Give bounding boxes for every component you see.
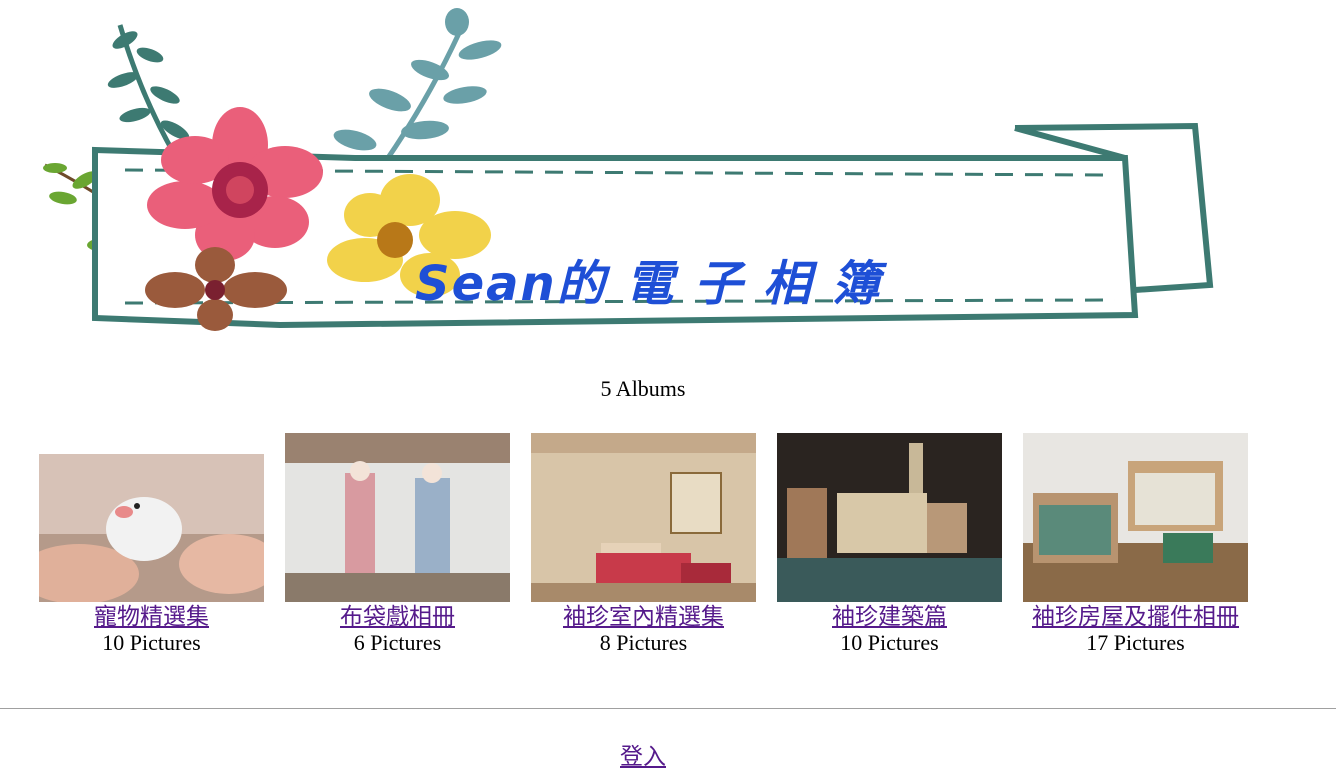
album-count: 5 Albums	[600, 376, 686, 401]
miniature-living-room-photo	[531, 433, 756, 602]
album-thumbnail[interactable]	[285, 433, 510, 602]
album-link[interactable]: 袖珍建築篇	[832, 604, 947, 630]
footer: 登入	[0, 737, 1286, 771]
white-bird-photo	[39, 454, 264, 602]
album-link[interactable]: 袖珍室內精選集	[563, 604, 724, 630]
album-thumbnail[interactable]	[531, 433, 756, 602]
album-card: 袖珍房屋及擺件相冊 17 Pictures	[1023, 433, 1248, 656]
album-card: 袖珍室內精選集 8 Pictures	[531, 433, 756, 656]
album-thumbnail[interactable]	[777, 433, 1002, 602]
album-link[interactable]: 袖珍房屋及擺件相冊	[1032, 604, 1239, 630]
site-banner: Sean的 電 子 相 簿	[25, 0, 1225, 350]
album-link[interactable]: 布袋戲相冊	[340, 604, 455, 630]
album-card: 袖珍建築篇 10 Pictures	[777, 433, 1002, 656]
album-thumbnail[interactable]	[1023, 433, 1248, 602]
album-card: 寵物精選集 10 Pictures	[39, 454, 264, 656]
puppet-figures-photo	[285, 433, 510, 602]
picture-count: 8 Pictures	[599, 630, 688, 655]
album-link[interactable]: 寵物精選集	[94, 604, 209, 630]
picture-count: 10 Pictures	[840, 630, 939, 655]
miniature-building-photo	[777, 433, 1002, 602]
banner-title: Sean的 電 子 相 簿	[415, 256, 888, 312]
album-card: 布袋戲相冊 6 Pictures	[285, 433, 510, 656]
picture-count: 6 Pictures	[353, 630, 442, 655]
banner-ribbon-graphic: Sean的 電 子 相 簿	[43, 8, 1214, 331]
picture-count: 17 Pictures	[1086, 630, 1185, 655]
login-link[interactable]: 登入	[620, 744, 666, 770]
album-grid: 寵物精選集 10 Pictures 布袋戲相冊 6 Pictures 袖珍室內精…	[39, 433, 1248, 656]
album-thumbnail[interactable]	[39, 454, 264, 602]
footer-divider	[0, 708, 1336, 709]
miniature-houses-photo	[1023, 433, 1248, 602]
picture-count: 10 Pictures	[102, 630, 201, 655]
